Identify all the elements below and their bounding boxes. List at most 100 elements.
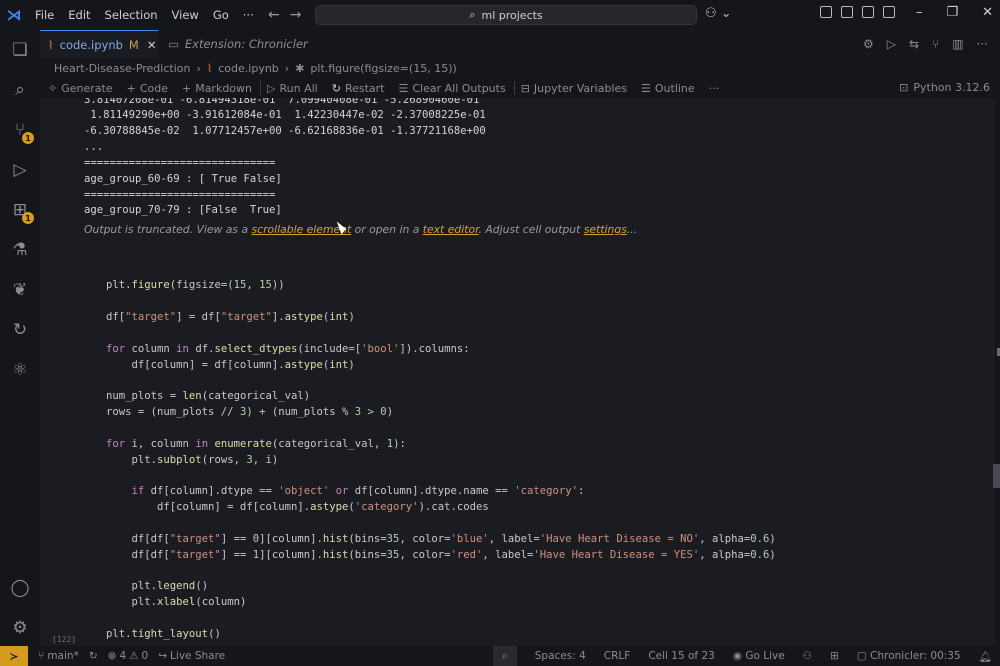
- copilot-status-icon[interactable]: ⚇: [803, 650, 812, 662]
- live-share-button[interactable]: ↪ Live Share: [158, 650, 225, 662]
- generate-label: Generate: [61, 81, 113, 95]
- more-actions-icon[interactable]: ···: [977, 37, 988, 51]
- code-line[interactable]: if df[column].dtype == 'object' or df[co…: [106, 485, 585, 497]
- clear-all-outputs-button[interactable]: ☰ Clear All Outputs: [398, 82, 505, 95]
- breadcrumb-file[interactable]: code.ipynb: [218, 62, 279, 75]
- toggle-primary-sidebar-icon[interactable]: [841, 6, 853, 18]
- branch-status[interactable]: ⑂ main*: [38, 650, 79, 662]
- scrollable-element-link[interactable]: scrollable element: [252, 223, 352, 236]
- outline-button[interactable]: ☰ Outline: [641, 82, 695, 95]
- kernel-picker[interactable]: ⊡ Python 3.12.6: [899, 81, 990, 94]
- live-share-label: Live Share: [170, 650, 226, 662]
- output-line: 3.81407208e-01 -6.81494318e-01 7.0994040…: [84, 98, 480, 106]
- jupyter-variables-button[interactable]: ⊟ Jupyter Variables: [521, 82, 627, 95]
- command-center[interactable]: ⌕ ml projects: [315, 5, 697, 25]
- testing-flask-icon[interactable]: ⚗: [8, 238, 32, 262]
- output-line: ==============================: [84, 189, 276, 201]
- code-line[interactable]: rows = (num_plots // 3) + (num_plots % 3…: [106, 406, 393, 418]
- gear-icon[interactable]: ⚙: [863, 37, 874, 51]
- code-line[interactable]: plt.xlabel(column): [106, 596, 247, 608]
- code-line[interactable]: df[df["target"] == 1][column].hist(bins=…: [106, 549, 776, 561]
- code-line[interactable]: df["target"] = df["target"].astype(int): [106, 311, 355, 323]
- eol-status[interactable]: CRLF: [604, 650, 631, 662]
- menu-selection[interactable]: Selection: [98, 8, 165, 22]
- add-markdown-button[interactable]: + Markdown: [182, 82, 252, 95]
- code-line[interactable]: for column in df.select_dtypes(include=[…: [106, 343, 470, 355]
- toggle-secondary-sidebar-icon[interactable]: [883, 6, 895, 18]
- settings-gear-icon[interactable]: ⚙: [8, 616, 32, 640]
- compare-icon[interactable]: ⇆: [909, 37, 919, 51]
- tab-code-ipynb[interactable]: ⌇ code.ipynb M ✕: [40, 30, 158, 58]
- go-live-button[interactable]: ◉ Go Live: [733, 650, 785, 662]
- menu-file[interactable]: File: [28, 8, 61, 22]
- problems-status[interactable]: ⊗ 4 ⚠ 0: [108, 650, 149, 662]
- code-line[interactable]: num_plots = len(categorical_val): [106, 390, 310, 402]
- notifications-bell-icon[interactable]: 🔔︎: [979, 650, 992, 663]
- remote-indicator-icon[interactable]: ≻: [0, 646, 28, 666]
- branch-icon[interactable]: ⑂: [932, 37, 939, 51]
- scrollbar-thumb[interactable]: [993, 464, 1000, 488]
- back-arrow-icon[interactable]: ←: [268, 7, 280, 23]
- run-all-label: Run All: [279, 81, 318, 95]
- record-icon: ▢: [856, 650, 871, 662]
- run-all-icon: ▷: [267, 81, 276, 95]
- breadcrumb-cell[interactable]: plt.figure(figsize=(15, 15)): [310, 62, 456, 75]
- sparkle-icon: ✧: [48, 81, 58, 95]
- code-line[interactable]: plt.subplot(rows, 3, i): [106, 454, 279, 466]
- layout-controls: [820, 6, 895, 18]
- code-line[interactable]: df[df["target"] == 0][column].hist(bins=…: [106, 533, 776, 545]
- accounts-icon[interactable]: ◯: [8, 576, 32, 600]
- command-center-label: ml projects: [481, 8, 543, 22]
- menu-go[interactable]: Go: [206, 8, 236, 22]
- code-line[interactable]: plt.figure(figsize=(15, 15)): [106, 279, 285, 291]
- run-debug-icon[interactable]: ▷: [8, 158, 32, 182]
- menu-bar: File Edit Selection View Go ···: [28, 8, 261, 22]
- copilot-icon[interactable]: ⚇ ⌄: [705, 6, 732, 21]
- remote-explorer-icon[interactable]: ↻: [8, 318, 32, 342]
- code-line[interactable]: plt.tight_layout(): [106, 628, 221, 640]
- sync-icon[interactable]: ↻: [89, 650, 98, 662]
- code-label: Code: [139, 81, 168, 95]
- cell-position-status[interactable]: Cell 15 of 23: [648, 650, 714, 662]
- toolbar-more-button[interactable]: ···: [709, 82, 720, 95]
- restore-icon[interactable]: ❐: [947, 5, 959, 20]
- text-editor-link[interactable]: text editor: [423, 223, 479, 236]
- menu-edit[interactable]: Edit: [61, 8, 97, 22]
- settings-link[interactable]: settings: [584, 223, 627, 236]
- menu-more[interactable]: ···: [236, 8, 261, 22]
- customize-layout-icon[interactable]: [820, 6, 832, 18]
- indentation-status[interactable]: Spaces: 4: [535, 650, 586, 662]
- restart-button[interactable]: ↻ Restart: [332, 82, 385, 95]
- generate-button[interactable]: ✧ Generate: [48, 82, 113, 95]
- run-icon[interactable]: ▷: [887, 37, 896, 51]
- forward-arrow-icon[interactable]: →: [290, 7, 302, 23]
- extensions-icon[interactable]: ⊞ 1: [8, 198, 34, 224]
- chronicler-status[interactable]: ▢ Chronicler: 00:35: [857, 650, 961, 662]
- add-code-button[interactable]: + Code: [127, 82, 168, 95]
- truncated-prefix: Output is truncated. View as a: [84, 223, 252, 236]
- tab-extension-chronicler[interactable]: ▭ Extension: Chronicler: [164, 30, 308, 58]
- mongodb-leaf-icon[interactable]: ❦: [8, 278, 32, 302]
- code-line[interactable]: for i, column in enumerate(categorical_v…: [106, 438, 406, 450]
- toggle-panel-icon[interactable]: [862, 6, 874, 18]
- run-all-button[interactable]: ▷ Run All: [267, 82, 318, 95]
- split-editor-icon[interactable]: ▥: [952, 37, 963, 51]
- output-line: age_group_60-69 : [ True False]: [84, 173, 282, 185]
- extension-status-icon[interactable]: ⊞: [830, 650, 839, 662]
- code-cell[interactable]: plt.figure(figsize=(15, 15)) df["target"…: [82, 261, 992, 646]
- search-view-icon[interactable]: ⌕: [8, 78, 32, 102]
- vscode-logo-icon: ⋊: [6, 6, 22, 24]
- menu-view[interactable]: View: [165, 8, 206, 22]
- code-line[interactable]: df[column] = df[column].astype(int): [106, 359, 355, 371]
- close-tab-icon[interactable]: ✕: [147, 38, 157, 52]
- source-control-icon[interactable]: ⑂ 1: [8, 118, 34, 144]
- close-window-icon[interactable]: ✕: [982, 5, 993, 20]
- zoom-icon[interactable]: ⌕: [492, 646, 517, 666]
- code-line[interactable]: plt.legend(): [106, 580, 209, 592]
- react-icon[interactable]: ⚛: [8, 358, 32, 382]
- code-line[interactable]: df[column] = df[column].astype('category…: [106, 501, 489, 513]
- explorer-icon[interactable]: ❏: [8, 38, 32, 62]
- minimize-icon[interactable]: –: [916, 5, 923, 20]
- breadcrumb-folder[interactable]: Heart-Disease-Prediction: [54, 62, 190, 75]
- warning-count: 0: [141, 650, 149, 662]
